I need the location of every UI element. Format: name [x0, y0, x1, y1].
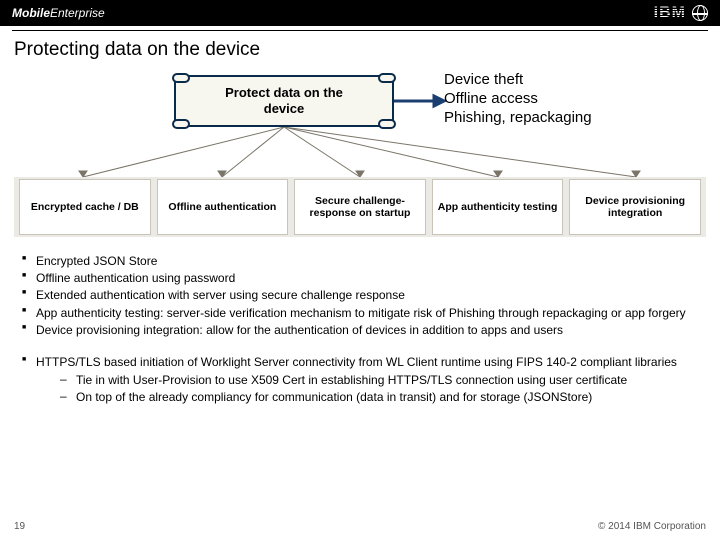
brand-right: IBM [654, 4, 708, 22]
threat-item: Phishing, repackaging [444, 109, 592, 128]
bullet-block-2: HTTPS/TLS based initiation of Worklight … [22, 354, 698, 406]
child-node: Offline authentication [157, 179, 289, 235]
header-rule [12, 30, 708, 31]
bullet-item: HTTPS/TLS based initiation of Worklight … [22, 354, 698, 406]
copyright: © 2014 IBM Corporation [598, 521, 706, 532]
child-node: Secure challenge-response on startup [294, 179, 426, 235]
brand-light: Enterprise [50, 6, 105, 20]
threat-list: Device theft Offline access Phishing, re… [444, 71, 592, 127]
bullet-block-1: Encrypted JSON Store Offline authenticat… [22, 253, 698, 338]
bullet-text: HTTPS/TLS based initiation of Worklight … [36, 355, 677, 369]
footer: 19 © 2014 IBM Corporation [0, 521, 720, 532]
bullet-item: Extended authentication with server usin… [22, 287, 698, 303]
bullet-item: Encrypted JSON Store [22, 253, 698, 269]
bullet-item: Device provisioning integration: allow f… [22, 322, 698, 338]
ibm-logo: IBM [654, 4, 686, 22]
globe-icon [692, 5, 708, 21]
child-row: Encrypted cache / DB Offline authenticat… [14, 177, 706, 237]
child-node: Encrypted cache / DB [19, 179, 151, 235]
root-label: Protect data on the device [225, 85, 343, 116]
child-node: Device provisioning integration [569, 179, 701, 235]
header-bar: MobileEnterprise IBM [0, 0, 720, 26]
sub-bullet: Tie in with User-Provision to use X509 C… [60, 372, 698, 388]
brand-left: MobileEnterprise [12, 6, 105, 20]
brand-bold: Mobile [12, 6, 50, 20]
page-title: Protecting data on the device [14, 39, 706, 61]
threat-item: Offline access [444, 90, 592, 109]
threat-item: Device theft [444, 71, 592, 90]
bullet-item: Offline authentication using password [22, 270, 698, 286]
root-node: Protect data on the device [174, 75, 394, 127]
bullet-item: App authenticity testing: server-side ve… [22, 305, 698, 321]
sub-bullet: On top of the already compliancy for com… [60, 389, 698, 405]
diagram: Protect data on the device Device theft … [14, 71, 706, 241]
child-node: App authenticity testing [432, 179, 564, 235]
page-number: 19 [14, 521, 25, 532]
